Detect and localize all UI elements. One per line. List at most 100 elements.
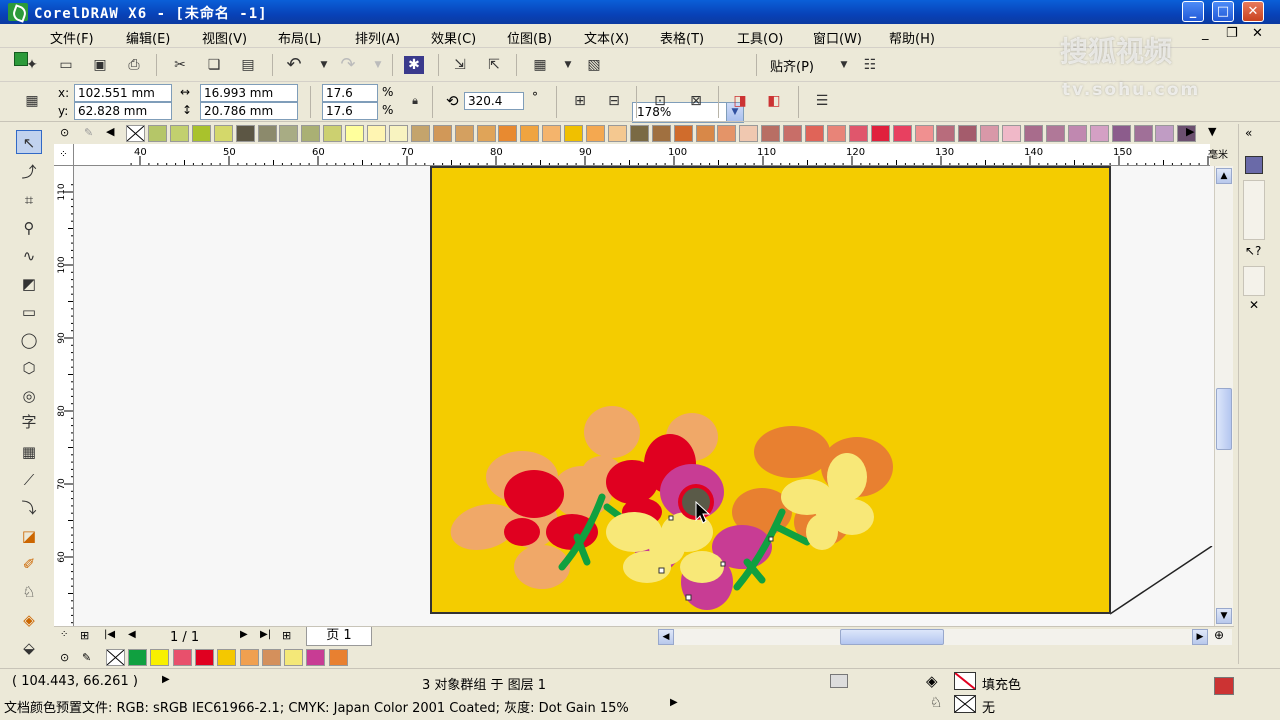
scroll-down-icon[interactable]: ▼ — [1216, 608, 1232, 624]
palette-swatch[interactable] — [805, 125, 824, 142]
copy-icon[interactable]: ❏ — [204, 56, 224, 74]
menu-bitmaps[interactable]: 位图(B) — [507, 28, 552, 47]
palette-menu-icon[interactable]: ⊙ — [60, 126, 69, 139]
minimize-button[interactable]: _ — [1182, 1, 1204, 22]
palette-swatch[interactable] — [717, 125, 737, 142]
navigator-zoom-icon[interactable]: ⊕ — [1214, 628, 1224, 642]
group-icon[interactable]: ⊡ — [650, 92, 670, 110]
polygon-tool-icon[interactable]: ⬡ — [16, 356, 42, 380]
color-proof-icon[interactable] — [830, 674, 848, 688]
document-palette-swatch[interactable] — [306, 649, 326, 666]
palette-swatch[interactable] — [783, 125, 803, 142]
ruler-origin[interactable]: ⁘ — [54, 144, 74, 166]
document-palette-swatch[interactable] — [128, 649, 147, 666]
menu-window[interactable]: 窗口(W) — [813, 28, 862, 47]
palette-swatch[interactable] — [301, 125, 321, 142]
snap-dropdown-icon[interactable]: ▼ — [834, 56, 854, 74]
interactive-effects-tool-icon[interactable]: ◪ — [16, 524, 42, 548]
open-folder-icon[interactable]: ▭ — [56, 56, 76, 74]
document-palette-swatch[interactable] — [217, 649, 237, 666]
close-button[interactable]: ✕ — [1242, 1, 1264, 22]
document-palette-swatch[interactable] — [328, 649, 348, 666]
snap-to-button[interactable]: 贴齐(P) — [770, 56, 814, 75]
palette-swatch[interactable] — [914, 125, 934, 142]
palette-swatch[interactable] — [870, 125, 890, 142]
add-page-after-icon[interactable]: ⊞ — [282, 629, 291, 642]
status-expand-icon[interactable]: ▶ — [162, 674, 170, 685]
palette-swatch[interactable] — [1002, 125, 1022, 142]
menu-help[interactable]: 帮助(H) — [889, 28, 935, 47]
width-input[interactable]: 16.993 mm — [200, 84, 298, 102]
palette-swatch[interactable] — [1024, 125, 1043, 142]
palette-swatch[interactable] — [323, 125, 343, 142]
ellipse-tool-icon[interactable]: ◯ — [16, 328, 42, 352]
print-icon[interactable]: ⎙ — [124, 56, 144, 74]
document-palette-swatch[interactable] — [172, 649, 192, 666]
palette-swatch[interactable] — [257, 125, 277, 142]
palette-swatch[interactable] — [235, 125, 255, 142]
palette-swatch[interactable] — [673, 125, 693, 142]
previous-page-icon[interactable]: ◀ — [128, 629, 136, 640]
x-position-input[interactable]: 102.551 mm — [74, 84, 172, 102]
drawing-page[interactable] — [430, 166, 1111, 614]
palette-swatch[interactable] — [476, 125, 496, 142]
object-origin-icon[interactable]: ▦ — [22, 92, 42, 110]
palette-swatch[interactable] — [695, 125, 715, 142]
scale-x-input[interactable]: 17.6 — [322, 84, 378, 102]
align-distribute-icon[interactable]: ☰ — [812, 92, 832, 110]
horizontal-scroll-thumb[interactable] — [840, 629, 944, 645]
maximize-button[interactable]: □ — [1212, 1, 1234, 22]
palette-swatch[interactable] — [345, 125, 365, 142]
add-page-before-icon[interactable]: ⊞ — [80, 629, 89, 642]
export-icon[interactable]: ⇱ — [484, 56, 504, 74]
palette-swatch[interactable] — [826, 125, 846, 142]
cut-icon[interactable]: ✂ — [170, 56, 190, 74]
y-position-input[interactable]: 62.828 mm — [74, 102, 172, 120]
palette-swatch[interactable] — [279, 125, 299, 142]
search-content-icon[interactable]: ✱ — [404, 56, 424, 74]
palette-swatch[interactable] — [1111, 125, 1131, 142]
doc-close-icon[interactable]: ✕ — [1252, 26, 1263, 41]
pick-tool-icon[interactable]: ↖ — [16, 130, 42, 154]
eyedropper-tool-icon[interactable]: ✐ — [16, 552, 42, 576]
palette-swatch[interactable] — [607, 125, 627, 142]
outline-tool-icon[interactable]: ♘ — [16, 580, 42, 604]
page-tab-1[interactable]: 页 1 — [306, 627, 372, 646]
menu-text[interactable]: 文本(X) — [584, 28, 629, 47]
docpal-menu-icon[interactable]: ⊙ — [60, 651, 69, 664]
vertical-ruler[interactable]: 110 100 90 80 70 60 — [54, 166, 74, 626]
hints-docker-icon[interactable]: ↖? — [1245, 244, 1261, 258]
table-tool-icon[interactable]: ▦ — [16, 440, 42, 464]
docker-tab-1[interactable] — [1243, 180, 1265, 240]
combine-icon[interactable]: ◨ — [730, 92, 750, 110]
next-page-icon[interactable]: ▶ — [240, 629, 248, 640]
rotation-angle-input[interactable]: 320.4 — [464, 92, 524, 110]
menu-table[interactable]: 表格(T) — [660, 28, 704, 47]
fill-tool-icon[interactable]: ◈ — [16, 608, 42, 632]
scroll-left-icon[interactable]: ◀ — [658, 629, 674, 645]
basic-shapes-tool-icon[interactable]: ◎ — [16, 384, 42, 408]
welcome-screen-icon[interactable]: ▧ — [584, 56, 604, 74]
color-profile-info[interactable]: 文档颜色预置文件: RGB: sRGB IEC61966-2.1; CMYK: … — [4, 697, 629, 716]
palette-swatch[interactable] — [892, 125, 912, 142]
color-profile-expand-icon[interactable]: ▶ — [670, 697, 678, 708]
mirror-vertical-icon[interactable]: ⊟ — [604, 92, 624, 110]
flower-artwork[interactable] — [432, 168, 1109, 612]
interactive-fill-tool-icon[interactable]: ⬙ — [16, 636, 42, 660]
palette-swatch[interactable] — [1089, 125, 1109, 142]
scale-y-input[interactable]: 17.6 — [322, 102, 378, 120]
palette-swatch[interactable] — [651, 125, 671, 142]
palette-swatch[interactable] — [213, 125, 233, 142]
palette-swatch[interactable] — [148, 125, 167, 142]
palette-swatch[interactable] — [1067, 125, 1087, 142]
fill-color-swatch[interactable] — [954, 672, 976, 690]
object-properties-docker-icon[interactable] — [1245, 156, 1263, 174]
document-palette-swatch[interactable] — [261, 649, 281, 666]
launcher-dropdown-icon[interactable]: ▼ — [558, 56, 578, 74]
palette-eyedropper-icon[interactable]: ✎ — [84, 126, 93, 139]
palette-swatch[interactable] — [761, 125, 781, 142]
undo-icon[interactable]: ↶ — [284, 56, 304, 74]
palette-swatch[interactable] — [454, 125, 474, 142]
palette-swatch[interactable] — [980, 125, 1000, 142]
horizontal-ruler[interactable]: 40 50 60 70 80 90 100 110 120 130 140 150 — [74, 144, 1210, 166]
